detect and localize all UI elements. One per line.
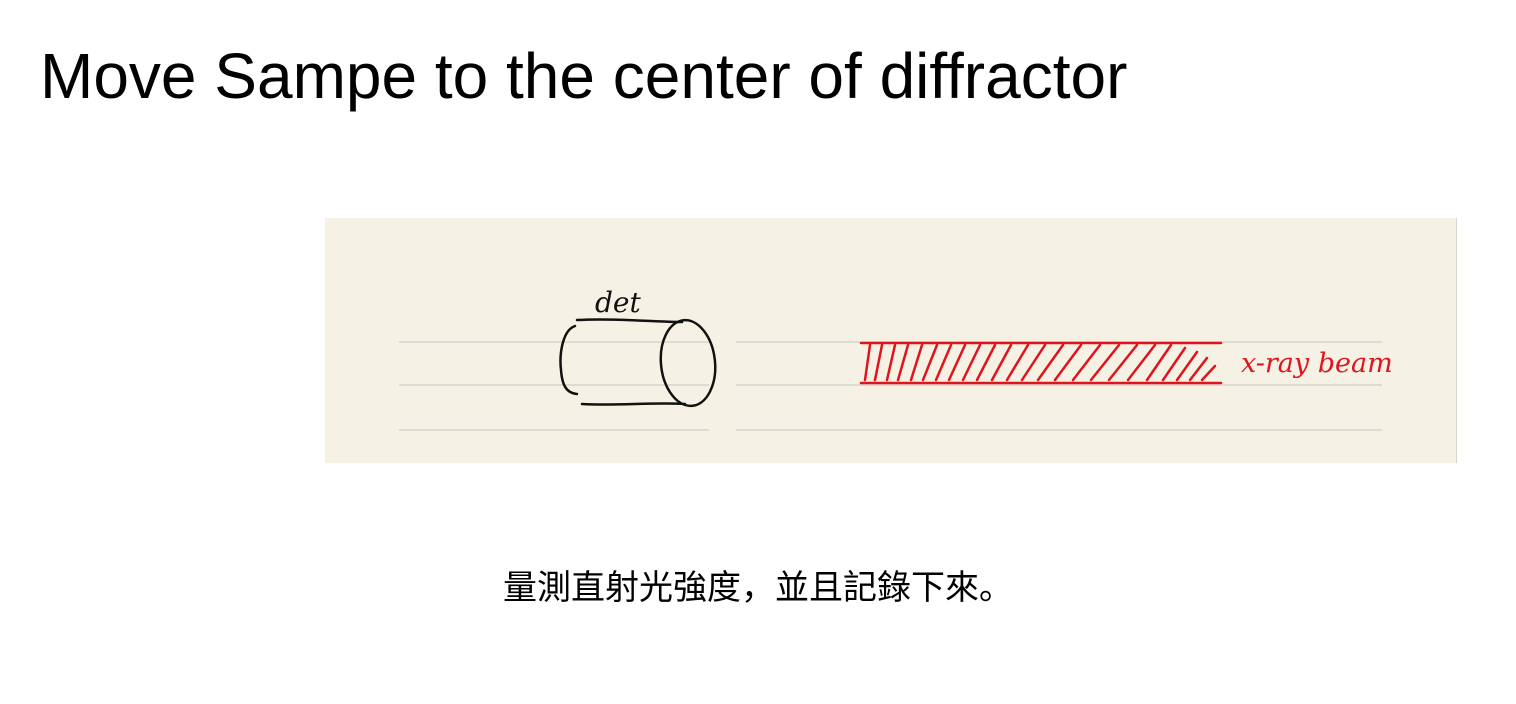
handwritten-sketch-panel: det x-ray beam	[325, 218, 1457, 463]
sketch-drawing: det x-ray beam	[399, 286, 1393, 431]
slide-title: Move Sampe to the center of diffractor	[40, 40, 1128, 112]
detector-label: det	[595, 286, 641, 319]
detector-cylinder-icon	[559, 318, 717, 408]
x-ray-beam-label: x-ray beam	[1241, 348, 1393, 379]
ruled-lines	[399, 341, 1382, 431]
x-ray-beam	[859, 341, 1223, 385]
caption-text: 量測直射光強度，並且記錄下來。	[503, 568, 1013, 608]
